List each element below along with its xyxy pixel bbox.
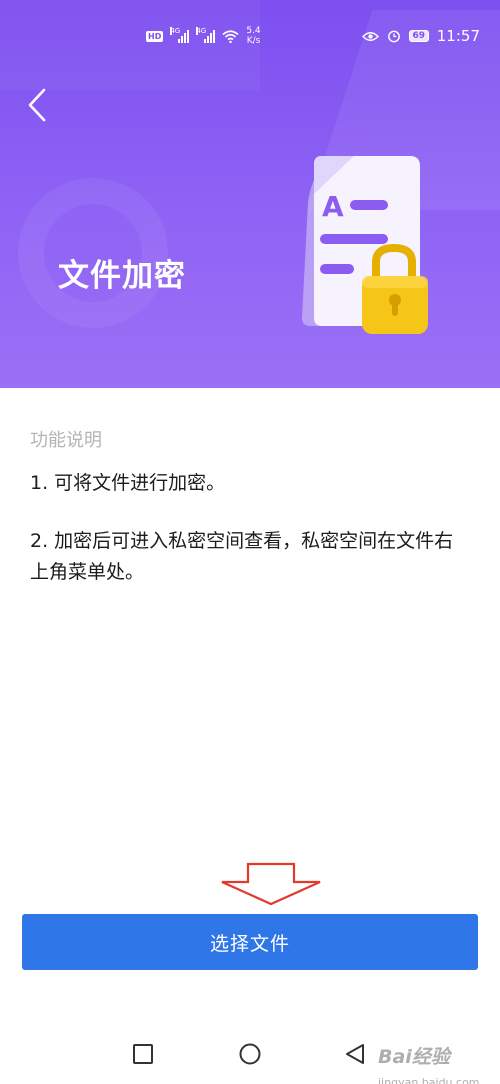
description-item: 1. 可将文件进行加密。 bbox=[30, 472, 226, 494]
square-recent-icon[interactable] bbox=[131, 1042, 155, 1066]
back-button[interactable] bbox=[24, 86, 56, 126]
select-file-button[interactable]: 选择文件 bbox=[22, 914, 478, 970]
content-area: 功能说明 1. 可将文件进行加密。 2. 加密后可进入私密空间查看，私密空间在文… bbox=[0, 388, 500, 908]
status-bar: HD 4G 4G 5.4 K/s 69 11:57 bbox=[0, 22, 500, 52]
triangle-back-icon[interactable] bbox=[343, 1042, 367, 1066]
document-lock-illustration: A bbox=[302, 156, 428, 334]
page-title: 文件加密 bbox=[58, 258, 186, 294]
alarm-icon bbox=[387, 30, 400, 43]
signal-icon: 4G bbox=[170, 26, 190, 43]
signal-icon: 4G bbox=[196, 26, 216, 43]
watermark: Bai经验 jingyan.baidu.com bbox=[378, 1046, 480, 1084]
status-time: 11:57 bbox=[436, 27, 480, 45]
network-speed: 5.4 K/s bbox=[246, 26, 261, 46]
circle-home-icon[interactable] bbox=[238, 1042, 262, 1066]
battery-icon: 69 bbox=[408, 30, 429, 42]
description-item: 2. 加密后可进入私密空间查看，私密空间在文件右上角菜单处。 bbox=[30, 530, 454, 583]
hd-icon: HD bbox=[146, 30, 164, 42]
back-arrow-icon bbox=[28, 88, 46, 122]
down-arrow-icon bbox=[221, 862, 321, 906]
section-title: 功能说明 bbox=[30, 430, 102, 451]
system-nav-bar: Bai经验 jingyan.baidu.com bbox=[0, 1020, 500, 1084]
wifi-icon bbox=[222, 29, 239, 43]
eye-icon bbox=[361, 31, 379, 41]
header-banner: HD 4G 4G 5.4 K/s 69 11:57 文件加密 A bbox=[0, 0, 500, 388]
svg-text:A: A bbox=[322, 190, 344, 223]
